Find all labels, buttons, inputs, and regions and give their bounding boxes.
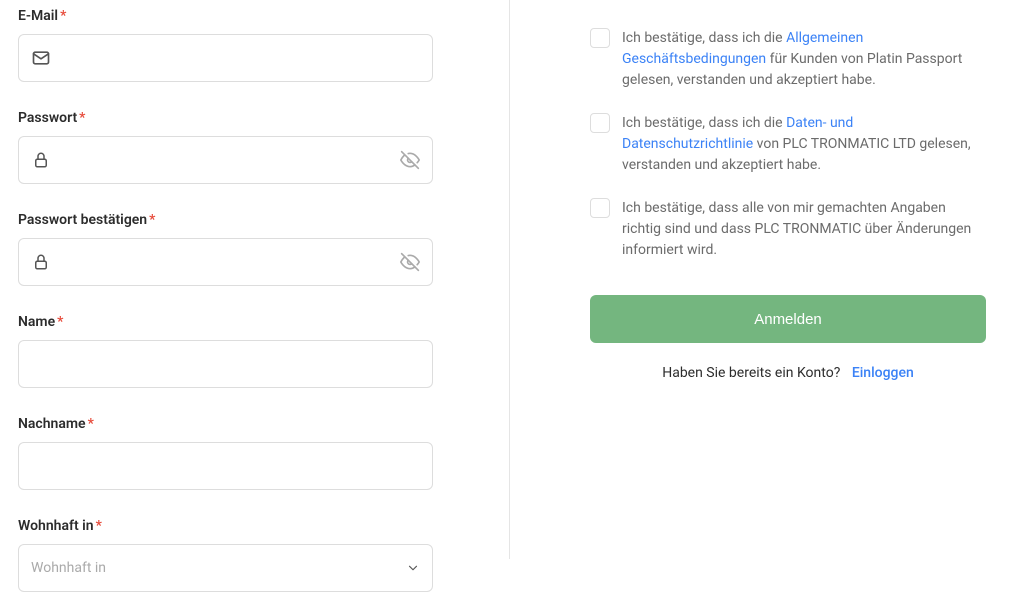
lastname-group: Nachname* <box>18 416 433 490</box>
password-label: Passwort* <box>18 110 433 126</box>
name-input[interactable] <box>19 341 432 387</box>
required-asterisk: * <box>57 314 63 330</box>
privacy-prefix: Ich bestätige, dass ich die <box>622 115 786 131</box>
lock-icon <box>19 137 63 183</box>
lastname-input-wrap[interactable] <box>18 442 433 490</box>
required-asterisk: * <box>88 416 94 432</box>
lastname-label: Nachname* <box>18 416 433 432</box>
residence-label-text: Wohnhaft in <box>18 518 94 534</box>
required-asterisk: * <box>149 212 155 228</box>
login-prompt-text: Haben Sie bereits ein Konto? <box>662 365 840 381</box>
privacy-checkbox[interactable] <box>590 113 610 133</box>
submit-button[interactable]: Anmelden <box>590 295 986 343</box>
residence-select[interactable]: Wohnhaft in <box>18 544 433 592</box>
name-group: Name* <box>18 314 433 388</box>
name-input-wrap[interactable] <box>18 340 433 388</box>
required-asterisk: * <box>60 8 66 24</box>
residence-label: Wohnhaft in* <box>18 518 433 534</box>
login-row: Haben Sie bereits ein Konto? Einloggen <box>590 365 986 381</box>
accuracy-confirm-row: Ich bestätige, dass alle von mir gemacht… <box>590 198 986 261</box>
terms-prefix: Ich bestätige, dass ich die <box>622 30 786 46</box>
terms-checkbox[interactable] <box>590 28 610 48</box>
terms-text: Ich bestätige, dass ich die Allgemeinen … <box>622 28 986 91</box>
email-group: E-Mail* <box>18 8 433 82</box>
lastname-input[interactable] <box>19 443 432 489</box>
email-input-wrap[interactable] <box>18 34 433 82</box>
privacy-confirm-row: Ich bestätige, dass ich die Daten- und D… <box>590 113 986 176</box>
eye-off-icon[interactable] <box>388 137 432 183</box>
residence-placeholder: Wohnhaft in <box>31 560 406 576</box>
name-label: Name* <box>18 314 433 330</box>
lock-icon <box>19 239 63 285</box>
email-icon <box>19 35 63 81</box>
privacy-text: Ich bestätige, dass ich die Daten- und D… <box>622 113 986 176</box>
password-input-wrap[interactable] <box>18 136 433 184</box>
password-confirm-label-text: Passwort bestätigen <box>18 212 147 228</box>
accuracy-text: Ich bestätige, dass alle von mir gemacht… <box>622 198 986 261</box>
required-asterisk: * <box>79 110 85 126</box>
password-confirm-input-wrap[interactable] <box>18 238 433 286</box>
password-confirm-label: Passwort bestätigen* <box>18 212 433 228</box>
email-label: E-Mail* <box>18 8 433 24</box>
terms-confirm-row: Ich bestätige, dass ich die Allgemeinen … <box>590 28 986 91</box>
email-input[interactable] <box>63 35 432 81</box>
password-group: Passwort* <box>18 110 433 184</box>
password-confirm-input[interactable] <box>63 239 388 285</box>
required-asterisk: * <box>96 518 102 534</box>
login-link[interactable]: Einloggen <box>852 365 914 381</box>
name-label-text: Name <box>18 314 55 330</box>
accuracy-checkbox[interactable] <box>590 198 610 218</box>
lastname-label-text: Nachname <box>18 416 86 432</box>
chevron-down-icon <box>406 561 420 575</box>
residence-group: Wohnhaft in* Wohnhaft in <box>18 518 433 592</box>
password-input[interactable] <box>63 137 388 183</box>
password-label-text: Passwort <box>18 110 77 126</box>
email-label-text: E-Mail <box>18 8 58 24</box>
eye-off-icon[interactable] <box>388 239 432 285</box>
password-confirm-group: Passwort bestätigen* <box>18 212 433 286</box>
